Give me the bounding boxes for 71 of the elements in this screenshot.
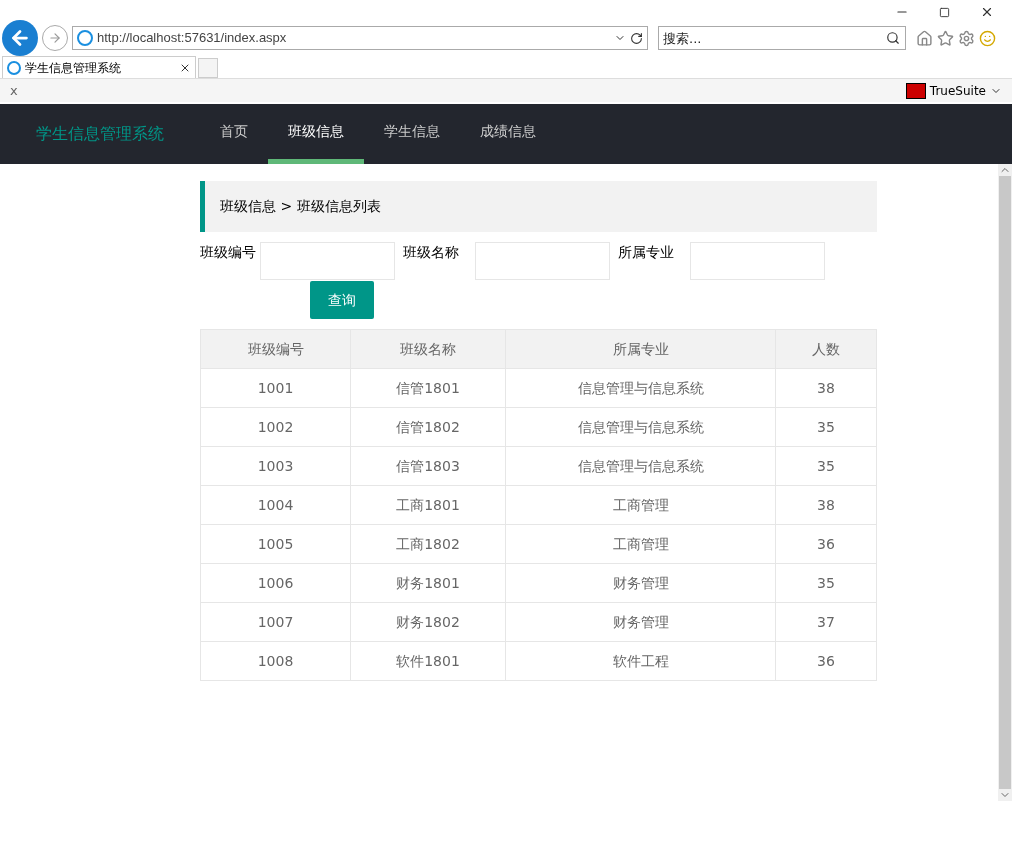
new-tab-button[interactable]: [198, 58, 218, 78]
column-header: 人数: [775, 329, 877, 369]
table-cell: 财务管理: [505, 563, 776, 603]
table-cell: 工商1802: [350, 524, 506, 564]
settings-icon[interactable]: [958, 29, 975, 47]
back-button[interactable]: [2, 20, 38, 56]
table-cell: 1007: [200, 602, 351, 642]
close-icon[interactable]: [980, 5, 994, 19]
nav-tab[interactable]: 班级信息: [268, 104, 364, 164]
refresh-icon[interactable]: [630, 31, 643, 45]
table-cell: 36: [775, 641, 877, 681]
table-cell: 信管1801: [350, 368, 506, 408]
table-cell: 软件1801: [350, 641, 506, 681]
app-title: 学生信息管理系统: [35, 123, 165, 145]
table-cell: 37: [775, 602, 877, 642]
table-cell: 35: [775, 446, 877, 486]
column-header: 班级编号: [200, 329, 351, 369]
forward-arrow-icon: [48, 31, 62, 45]
table-cell: 1002: [200, 407, 351, 447]
home-icon[interactable]: [916, 29, 933, 47]
column-header: 所属专业: [505, 329, 776, 369]
column-header: 班级名称: [350, 329, 506, 369]
filter-input[interactable]: [690, 242, 825, 280]
table-cell: 工商1801: [350, 485, 506, 525]
table-cell: 财务1801: [350, 563, 506, 603]
address-bar[interactable]: http://localhost:57631/index.aspx: [72, 26, 648, 50]
table-cell: 工商管理: [505, 524, 776, 564]
nav-tab[interactable]: 成绩信息: [460, 104, 556, 164]
filter-input[interactable]: [260, 242, 395, 280]
nav-tab[interactable]: 首页: [200, 104, 268, 164]
query-button[interactable]: 查询: [310, 281, 374, 319]
nav-tab[interactable]: 学生信息: [364, 104, 460, 164]
filter-label: 班级编号: [200, 243, 256, 262]
maximize-icon[interactable]: [939, 6, 950, 18]
table-cell: 36: [775, 524, 877, 564]
toolbar-label[interactable]: TrueSuite: [929, 81, 986, 100]
table-cell: 信息管理与信息系统: [505, 446, 776, 486]
table-cell: 35: [775, 563, 877, 603]
tab-title: 学生信息管理系统: [25, 59, 122, 77]
ie-logo-icon: [7, 60, 21, 75]
filter-label: 所属专业: [618, 243, 674, 262]
close-bar-label[interactable]: x: [10, 80, 18, 101]
table-cell: 1008: [200, 641, 351, 681]
table-cell: 财务管理: [505, 602, 776, 642]
table-cell: 1003: [200, 446, 351, 486]
table-cell: 1005: [200, 524, 351, 564]
table-cell: 工商管理: [505, 485, 776, 525]
table-cell: 38: [775, 368, 877, 408]
table-cell: 信管1802: [350, 407, 506, 447]
breadcrumb: 班级信息 > 班级信息列表: [200, 181, 877, 232]
browser-tab[interactable]: 学生信息管理系统: [2, 56, 196, 78]
table-cell: 信管1803: [350, 446, 506, 486]
table-cell: 1006: [200, 563, 351, 603]
address-text: http://localhost:57631/index.aspx: [97, 29, 288, 48]
favorites-icon[interactable]: [937, 29, 954, 47]
scrollbar[interactable]: [998, 164, 1012, 801]
filter-label: 班级名称: [403, 243, 459, 262]
feedback-icon[interactable]: [979, 29, 996, 47]
table-cell: 1004: [200, 485, 351, 525]
table-cell: 38: [775, 485, 877, 525]
search-icon[interactable]: [886, 31, 900, 45]
ie-logo-icon: [77, 30, 93, 46]
table-cell: 信息管理与信息系统: [505, 407, 776, 447]
table-cell: 财务1802: [350, 602, 506, 642]
toolbar-logo-icon: [905, 82, 926, 99]
search-field[interactable]: 搜索...: [658, 26, 906, 50]
table-cell: 1001: [200, 368, 351, 408]
filter-input[interactable]: [475, 242, 610, 280]
table-cell: 软件工程: [505, 641, 776, 681]
table-cell: 信息管理与信息系统: [505, 368, 776, 408]
table-cell: 35: [775, 407, 877, 447]
